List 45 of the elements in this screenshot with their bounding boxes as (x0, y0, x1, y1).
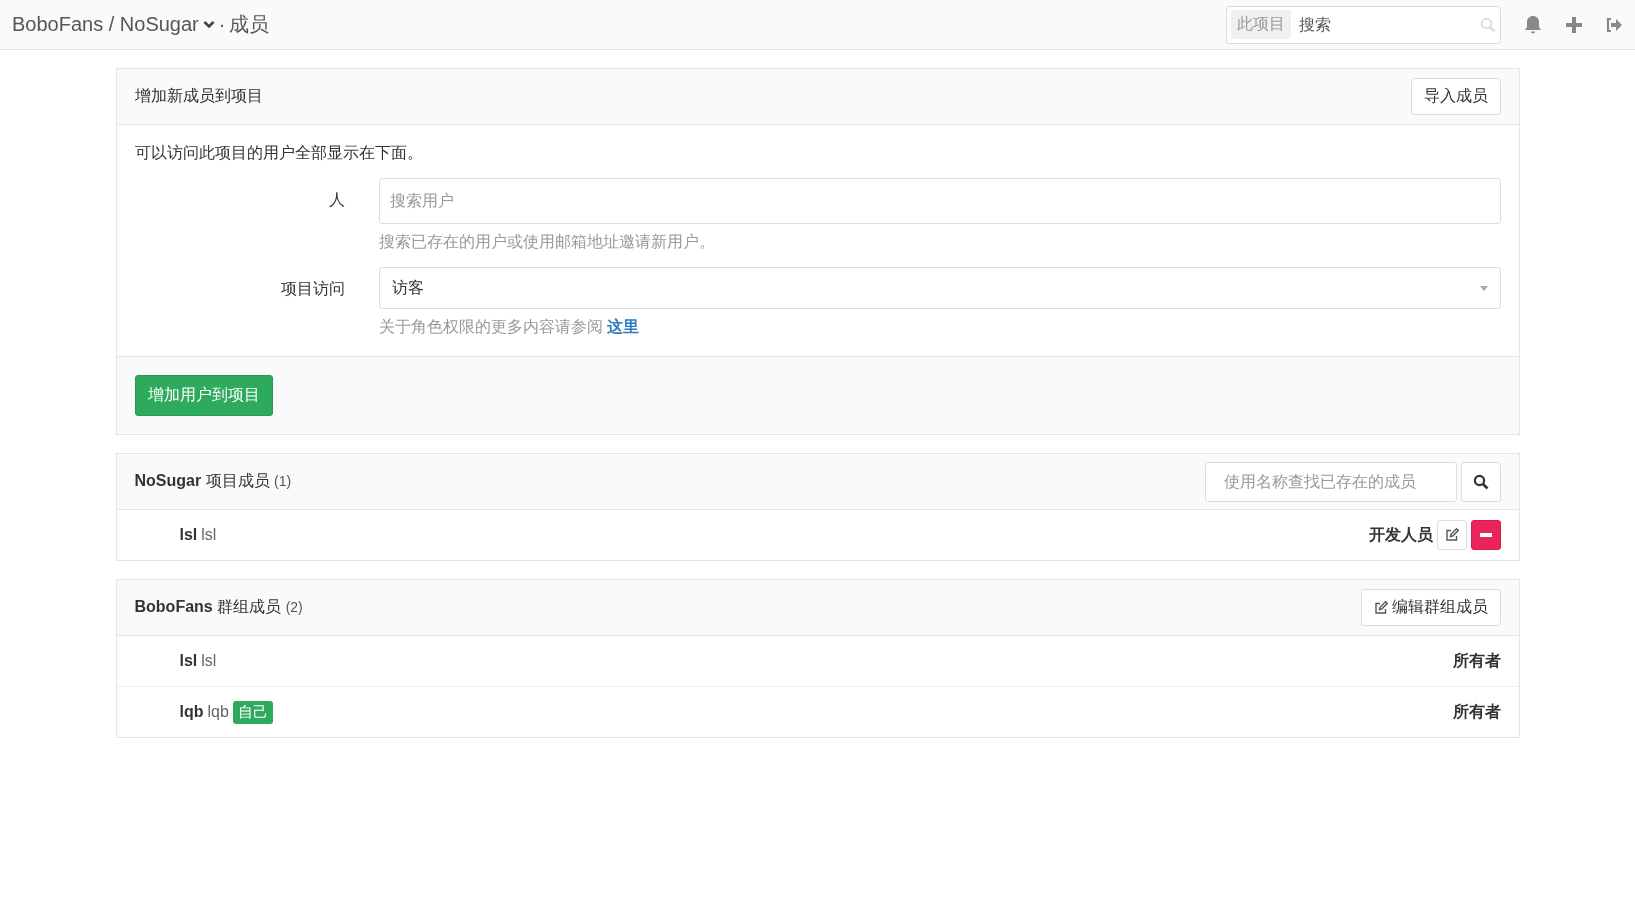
search-icon (1480, 16, 1496, 33)
project-name: NoSugar (134, 472, 202, 489)
intro-text: 可以访问此项目的用户全部显示在下面。 (134, 143, 424, 163)
edit-role-button[interactable] (1436, 520, 1467, 550)
role-label: 所有者 (1452, 701, 1501, 722)
self-badge: 自己 (232, 700, 273, 724)
sign-out-icon[interactable] (1605, 16, 1623, 33)
username: lsl (179, 526, 198, 544)
search-button[interactable] (1460, 461, 1501, 502)
page-title: 成员 (229, 12, 270, 37)
role-label: 所有者 (1452, 650, 1501, 671)
panel-title: 群组成员 (217, 598, 282, 615)
access-select[interactable]: 访客 (378, 267, 1501, 309)
field-label: 人 (327, 190, 345, 210)
edit-icon (1373, 600, 1388, 615)
bell-icon[interactable] (1523, 14, 1543, 35)
username: lsl (179, 652, 198, 670)
display-name: lsl (201, 526, 217, 544)
minus-icon (1479, 533, 1492, 537)
search-scope: 此项目 (1231, 10, 1291, 39)
search-icon (1472, 473, 1489, 490)
plus-icon[interactable] (1565, 15, 1583, 34)
group-name: BoboFans (134, 598, 213, 615)
field-label: 项目访问 (279, 279, 345, 299)
panel-title: 项目成员 (205, 472, 270, 489)
panel-title: 增加新成员到项目 (134, 86, 264, 106)
chevron-down-icon[interactable] (202, 20, 215, 29)
breadcrumb-link[interactable]: BoboFans / NoSugar (12, 13, 199, 36)
member-count: (2) (285, 599, 303, 615)
breadcrumb-separator: · (218, 13, 226, 36)
edit-group-members-button[interactable]: 编辑群组成员 (1360, 589, 1501, 626)
help-link[interactable]: 这里 (606, 318, 639, 335)
member-search-field[interactable]: 使用名称查找已存在的成员 (1204, 461, 1457, 502)
display-name: lsl (201, 652, 217, 670)
member-count: (1) (274, 473, 292, 489)
user-search-field[interactable]: 搜索用户 (378, 178, 1501, 224)
remove-member-button[interactable] (1470, 520, 1501, 550)
username: lqb (179, 703, 204, 721)
display-name: lqb (207, 703, 229, 721)
import-members-button[interactable]: 导入成员 (1410, 78, 1501, 115)
edit-icon (1444, 528, 1459, 542)
help-text: 关于角色权限的更多内容请参阅 这里 (378, 317, 640, 337)
caret-icon (1479, 285, 1488, 291)
help-text: 搜索已存在的用户或使用邮箱地址邀请新用户。 (378, 232, 716, 252)
role-label: 开发人员 (1368, 524, 1433, 545)
